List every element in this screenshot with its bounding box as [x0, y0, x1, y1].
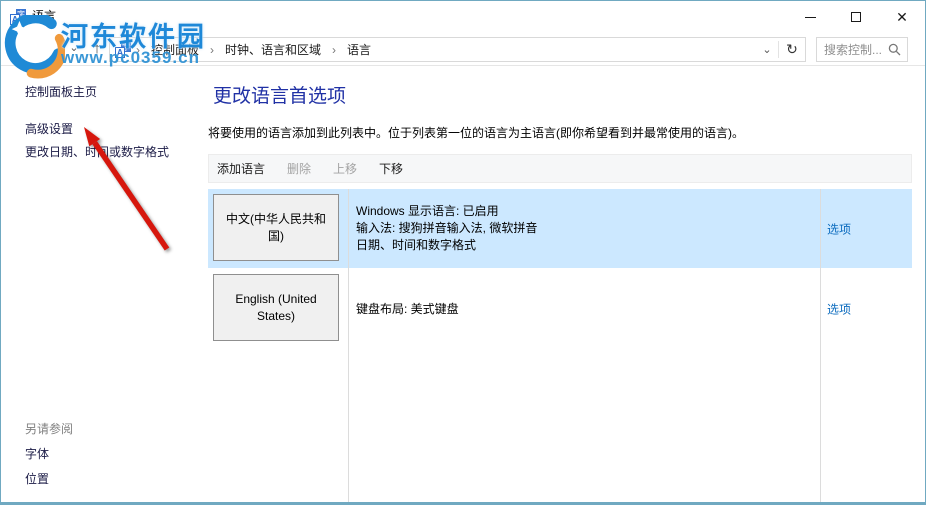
breadcrumb-language[interactable]: 语言 — [341, 41, 377, 58]
address-bar[interactable]: 字 A › 控制面板 › 时钟、语言和区域 › 语言 ⌄ ↻ — [109, 37, 806, 62]
language-app-icon: 字 A — [10, 9, 26, 25]
search-input[interactable] — [817, 42, 881, 57]
sidebar-item-change-date-time-formats[interactable]: 更改日期、时间或数字格式 — [25, 143, 169, 160]
page-description: 将要使用的语言添加到此列表中。位于列表第一位的语言为主语言(即你希望看到并最常使… — [208, 126, 744, 140]
svg-text:A: A — [12, 15, 19, 25]
detail-line: 日期、时间和数字格式 — [356, 238, 477, 252]
close-icon: ✕ — [896, 9, 908, 25]
options-link-chinese[interactable]: 选项 — [827, 220, 851, 237]
address-dropdown-icon[interactable]: ⌄ — [756, 43, 778, 56]
add-language-button[interactable]: 添加语言 — [217, 160, 265, 177]
list-column-separator — [348, 189, 349, 502]
detail-line: 输入法: 搜狗拼音输入法, 微软拼音 — [356, 221, 538, 235]
titlebar: 字 A 语言 ✕ — [1, 1, 925, 33]
refresh-icon[interactable]: ↻ — [779, 41, 805, 58]
remove-language-button: 删除 — [287, 162, 312, 176]
breadcrumb-clock-language-region[interactable]: 时钟、语言和区域 — [219, 41, 327, 58]
breadcrumb-chevron-icon: › — [332, 42, 337, 57]
search-box[interactable] — [816, 37, 908, 62]
navigation-bar: ⌄ ↑ 字 A › 控制面板 › 时钟、语言和区域 › 语言 ⌄ ↻ — [1, 33, 925, 66]
red-annotation-arrow — [84, 127, 170, 251]
breadcrumb-chevron-icon: › — [136, 42, 140, 57]
sidebar-item-control-panel-home[interactable]: 控制面板主页 — [25, 83, 97, 100]
move-down-button[interactable]: 下移 — [379, 160, 403, 177]
maximize-icon — [851, 12, 861, 22]
sidebar-see-also-heading: 另请参阅 — [25, 422, 74, 436]
sidebar-item-location[interactable]: 位置 — [25, 470, 49, 487]
page-title: 更改语言首选项 — [213, 86, 347, 107]
minimize-icon — [804, 16, 816, 18]
language-tile-english: English (United States) — [213, 274, 339, 341]
language-tile-chinese: 中文(中华人民共和国) — [213, 194, 339, 261]
minimize-button[interactable] — [787, 1, 833, 33]
svg-text:A: A — [117, 47, 124, 57]
language-row-chinese[interactable]: 中文(中华人民共和国) Windows 显示语言: 已启用 输入法: 搜狗拼音输… — [208, 189, 912, 268]
options-link-english[interactable]: 选项 — [827, 301, 851, 318]
breadcrumb-control-panel[interactable]: 控制面板 — [145, 41, 205, 58]
search-icon — [888, 43, 901, 56]
language-details-english: 键盘布局: 美式键盘 — [356, 269, 811, 349]
language-list-toolbar: 添加语言 删除 上移 下移 — [208, 154, 912, 183]
language-control-panel-window: 字 A 语言 ✕ ⌄ ↑ 字 A › 控制面板 › 时钟、语言和区域 › 语言 — [0, 0, 926, 505]
list-column-separator — [820, 189, 821, 502]
maximize-button[interactable] — [833, 1, 879, 33]
language-row-english[interactable]: English (United States) 键盘布局: 美式键盘 选项 — [208, 269, 912, 349]
language-list: 中文(中华人民共和国) Windows 显示语言: 已启用 输入法: 搜狗拼音输… — [208, 189, 912, 502]
history-dropdown-icon[interactable]: ⌄ — [63, 33, 85, 65]
language-details-chinese: Windows 显示语言: 已启用 输入法: 搜狗拼音输入法, 微软拼音 日期、… — [356, 189, 811, 268]
breadcrumb-chevron-icon: › — [210, 42, 215, 57]
move-up-button: 上移 — [333, 162, 358, 176]
language-breadcrumb-icon: 字 A — [115, 41, 131, 58]
sidebar-item-fonts[interactable]: 字体 — [25, 445, 49, 462]
window-title: 语言 — [32, 9, 57, 23]
detail-line: Windows 显示语言: 已启用 — [356, 204, 499, 218]
detail-line: 键盘布局: 美式键盘 — [356, 301, 459, 316]
close-button[interactable]: ✕ — [879, 1, 925, 33]
sidebar-item-advanced-settings[interactable]: 高级设置 — [25, 120, 73, 137]
up-button[interactable]: ↑ — [86, 33, 108, 65]
